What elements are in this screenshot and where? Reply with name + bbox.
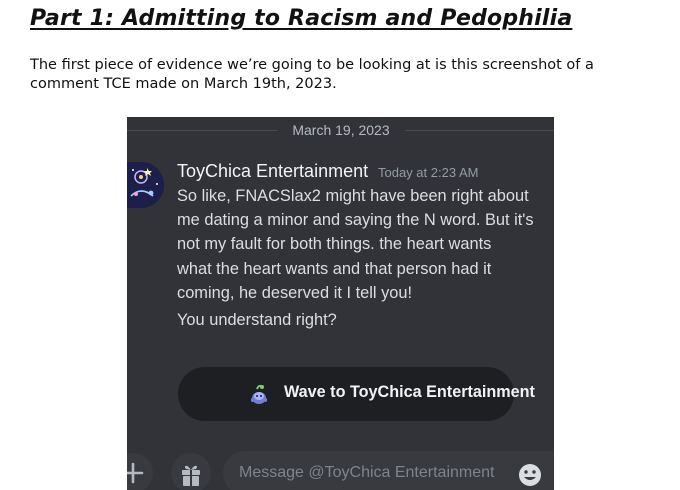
discord-screenshot: March 19, 2023 ToyChica Entertainment To… — [127, 117, 554, 490]
message-input[interactable]: Message @ToyChica Entertainment — [223, 451, 554, 490]
message-line: what the heart wants and that person had… — [177, 259, 492, 278]
emoji-icon[interactable] — [518, 463, 542, 487]
gift-button[interactable] — [171, 453, 211, 490]
message-timestamp: Today at 2:23 AM — [378, 165, 479, 180]
message-line: coming, he deserved it I tell you! — [177, 283, 413, 302]
message-body: So like, FNACSlax2 might have been right… — [177, 184, 554, 305]
message-line: So like, FNACSlax2 might have been right… — [177, 187, 529, 205]
message-line: me dating a minor and saying the N word.… — [177, 211, 534, 230]
add-attachment-button[interactable] — [127, 453, 153, 490]
intro-paragraph: The first piece of evidence we’re going … — [30, 57, 594, 92]
avatar-art — [127, 162, 164, 208]
wave-sticker-icon — [251, 384, 267, 404]
message-input-placeholder: Message @ToyChica Entertainment — [239, 464, 495, 481]
message-2: You understand right? — [177, 311, 337, 329]
page-title: Part 1: Admitting to Racism and Pedophil… — [30, 6, 573, 31]
plus-icon — [127, 462, 144, 484]
message-line: not my fault for both things. the heart … — [177, 235, 492, 254]
author-name[interactable]: ToyChica Entertainment — [177, 161, 368, 182]
date-divider: March 19, 2023 — [277, 121, 405, 139]
avatar[interactable] — [127, 162, 164, 208]
wave-button[interactable]: Wave to ToyChica Entertainment — [178, 367, 535, 421]
wave-button-label: Wave to ToyChica Entertainment — [284, 383, 535, 401]
gift-icon — [182, 465, 200, 486]
